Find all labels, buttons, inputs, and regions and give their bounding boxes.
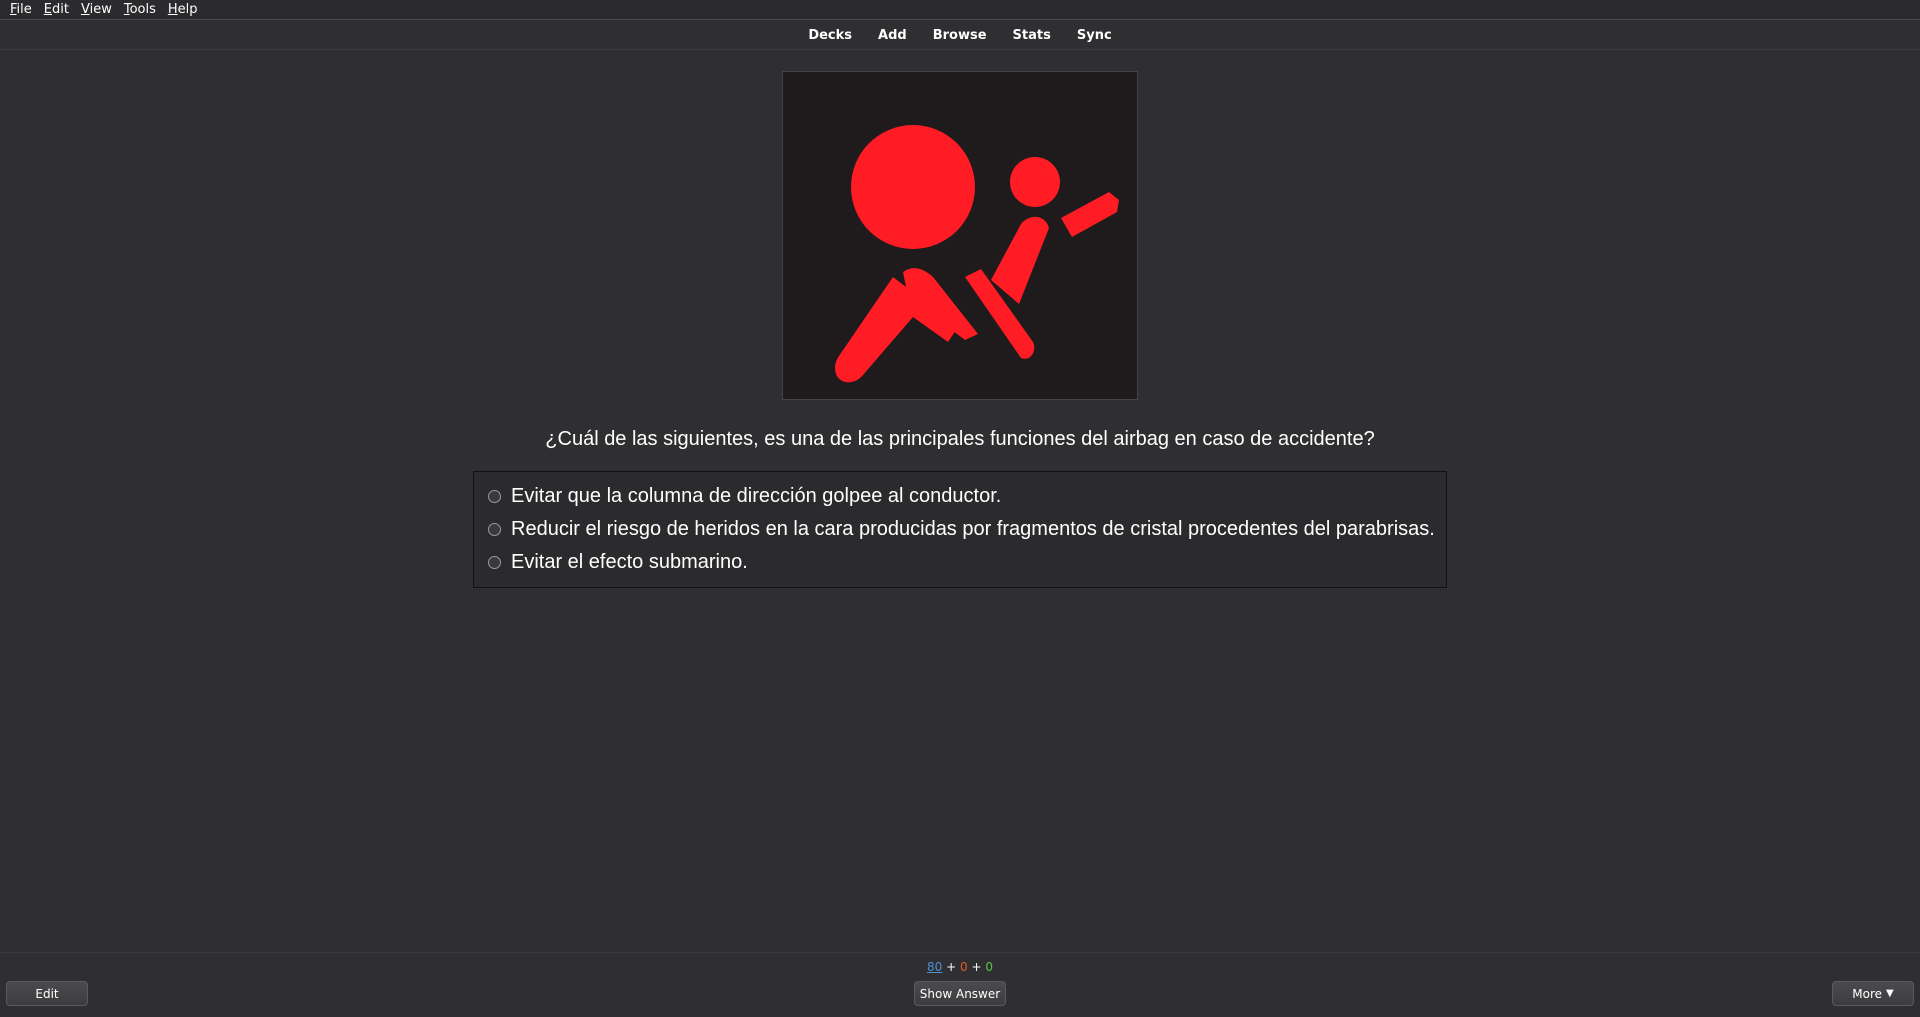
- menu-view[interactable]: View: [75, 0, 118, 20]
- new-count[interactable]: 80: [927, 960, 942, 974]
- radio-button-1[interactable]: [488, 490, 501, 503]
- learn-count: 0: [960, 960, 968, 974]
- menu-edit[interactable]: Edit: [38, 0, 75, 20]
- menu-file[interactable]: File: [4, 0, 38, 20]
- question-text: ¿Cuál de las siguientes, es una de las p…: [545, 428, 1375, 450]
- menu-help-mnemonic: H: [167, 1, 178, 17]
- menu-edit-label: dit: [52, 1, 69, 17]
- answer-option-3[interactable]: Evitar el efecto submarino.: [488, 546, 1436, 579]
- answer-option-1[interactable]: Evitar que la columna de dirección golpe…: [488, 480, 1436, 513]
- due-counts: 80 + 0 + 0: [0, 960, 1920, 974]
- more-button[interactable]: More ▼: [1832, 981, 1914, 1006]
- toolbar-browse[interactable]: Browse: [920, 28, 1000, 43]
- main-toolbar: Decks Add Browse Stats Sync: [0, 21, 1920, 50]
- toolbar-decks[interactable]: Decks: [795, 28, 865, 43]
- card-content: ¿Cuál de las siguientes, es una de las p…: [0, 51, 1920, 951]
- count-separator: +: [942, 960, 960, 974]
- menu-file-label: ile: [16, 1, 32, 17]
- review-count: 0: [985, 960, 993, 974]
- airbag-warning-icon: [835, 125, 1119, 383]
- toolbar-add[interactable]: Add: [865, 28, 920, 43]
- menu-help-label: elp: [177, 1, 198, 17]
- answer-option-2[interactable]: Reducir el riesgo de heridos en la cara …: [488, 513, 1436, 546]
- menu-view-label: iew: [89, 1, 112, 17]
- answer-option-1-label: Evitar que la columna de dirección golpe…: [511, 485, 1002, 507]
- menu-bar: File Edit View Tools Help: [0, 0, 1920, 20]
- radio-button-2[interactable]: [488, 523, 501, 536]
- answer-options: Evitar que la columna de dirección golpe…: [473, 471, 1447, 588]
- caret-down-icon: ▼: [1886, 988, 1894, 999]
- menu-tools[interactable]: Tools: [118, 0, 162, 20]
- answer-option-2-label: Reducir el riesgo de heridos en la cara …: [511, 518, 1435, 540]
- menu-edit-mnemonic: E: [43, 1, 52, 17]
- menu-tools-label: ools: [129, 1, 156, 17]
- count-separator: +: [967, 960, 986, 974]
- toolbar-sync[interactable]: Sync: [1064, 28, 1125, 43]
- radio-button-3[interactable]: [488, 556, 501, 569]
- airbag-warning-image: [782, 71, 1138, 400]
- edit-button[interactable]: Edit: [6, 981, 88, 1006]
- show-answer-button[interactable]: Show Answer: [914, 981, 1006, 1006]
- more-button-label: More: [1852, 986, 1883, 1001]
- menu-view-mnemonic: V: [80, 1, 90, 17]
- bottom-bar: 80 + 0 + 0 Edit Show Answer More ▼: [0, 952, 1920, 1017]
- toolbar-stats[interactable]: Stats: [1000, 28, 1064, 43]
- answer-option-3-label: Evitar el efecto submarino.: [511, 551, 748, 573]
- menu-help[interactable]: Help: [162, 0, 204, 20]
